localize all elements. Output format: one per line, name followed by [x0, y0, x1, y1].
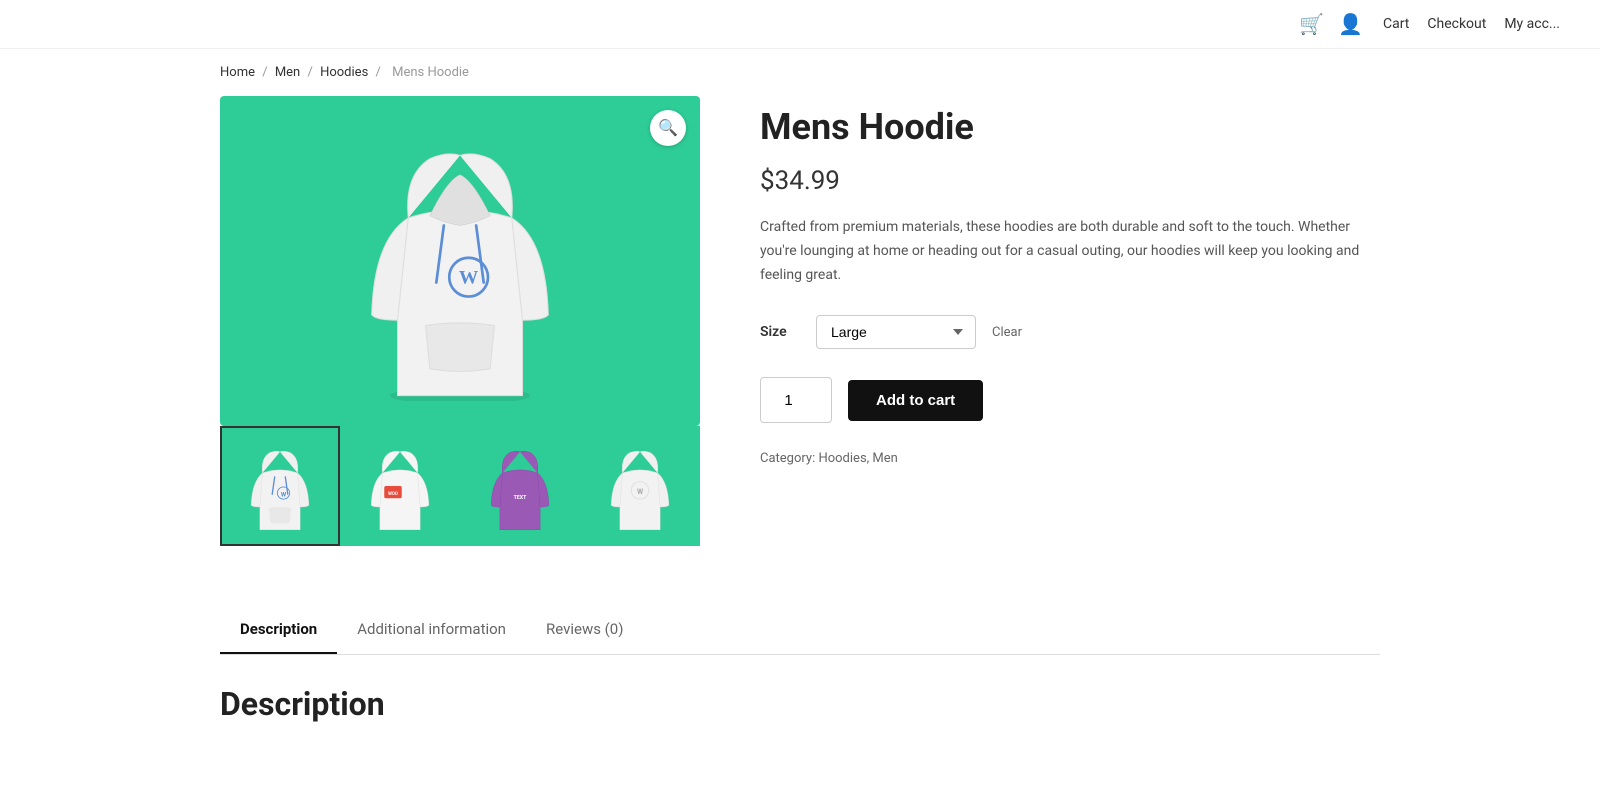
- thumbnail-3[interactable]: TEXT: [460, 426, 580, 546]
- product-container: 🔍: [0, 96, 1600, 586]
- product-price: $34.99: [760, 166, 1380, 196]
- cart-link[interactable]: Cart: [1383, 16, 1409, 32]
- size-label: Size: [760, 324, 800, 340]
- thumbnail-1[interactable]: W: [220, 426, 340, 546]
- tabs-navigation: Description Additional information Revie…: [220, 606, 1380, 655]
- user-icon[interactable]: 👤: [1338, 12, 1363, 36]
- main-image: 🔍: [220, 96, 700, 426]
- svg-text:W: W: [637, 488, 644, 496]
- myaccount-link[interactable]: My acc...: [1504, 16, 1560, 32]
- cart-icon[interactable]: 🛒: [1299, 12, 1324, 36]
- product-tabs-section: Description Additional information Revie…: [0, 606, 1600, 723]
- breadcrumb-home[interactable]: Home: [220, 65, 255, 80]
- add-to-cart-row: Add to cart: [760, 377, 1380, 423]
- categories-link[interactable]: Hoodies, Men: [818, 451, 897, 466]
- thumbnail-strip: W WOO: [220, 426, 700, 546]
- svg-text:WOO: WOO: [388, 492, 398, 497]
- product-info: Mens Hoodie $34.99 Crafted from premium …: [760, 96, 1380, 466]
- main-product-image: W: [350, 121, 570, 401]
- product-description: Crafted from premium materials, these ho…: [760, 216, 1380, 287]
- product-meta: Category: Hoodies, Men: [760, 451, 1380, 466]
- clear-size-link[interactable]: Clear: [992, 325, 1022, 340]
- top-navigation: 🛒 👤 Cart Checkout My acc...: [0, 0, 1600, 49]
- svg-text:W: W: [459, 268, 479, 289]
- breadcrumb-sep-1: /: [262, 65, 271, 80]
- quantity-input[interactable]: [760, 377, 832, 423]
- breadcrumb-men[interactable]: Men: [275, 65, 300, 80]
- tab-content-title: Description: [220, 685, 1380, 723]
- product-gallery: 🔍: [220, 96, 700, 546]
- size-selector-row: Size Small Medium Large X-Large Clear: [760, 315, 1380, 349]
- category-label: Category:: [760, 451, 815, 466]
- nav-links: Cart Checkout My acc...: [1383, 16, 1560, 32]
- svg-text:TEXT: TEXT: [514, 495, 528, 501]
- product-title: Mens Hoodie: [760, 106, 1380, 148]
- tab-description[interactable]: Description: [220, 606, 337, 654]
- nav-icons: 🛒 👤: [1299, 12, 1363, 36]
- tab-additional-info[interactable]: Additional information: [337, 606, 526, 654]
- thumbnail-4[interactable]: W: [580, 426, 700, 546]
- breadcrumb-sep-2: /: [307, 65, 316, 80]
- tab-reviews[interactable]: Reviews (0): [526, 606, 644, 654]
- zoom-button[interactable]: 🔍: [650, 110, 686, 146]
- zoom-icon: 🔍: [658, 118, 678, 138]
- checkout-link[interactable]: Checkout: [1427, 16, 1486, 32]
- breadcrumb-hoodies[interactable]: Hoodies: [320, 65, 368, 80]
- size-select[interactable]: Small Medium Large X-Large: [816, 315, 976, 349]
- breadcrumb-current: Mens Hoodie: [392, 65, 469, 80]
- breadcrumb: Home / Men / Hoodies / Mens Hoodie: [0, 49, 1600, 96]
- breadcrumb-sep-3: /: [376, 65, 385, 80]
- thumbnail-2[interactable]: WOO: [340, 426, 460, 546]
- svg-text:W: W: [281, 492, 287, 499]
- add-to-cart-button[interactable]: Add to cart: [848, 380, 983, 421]
